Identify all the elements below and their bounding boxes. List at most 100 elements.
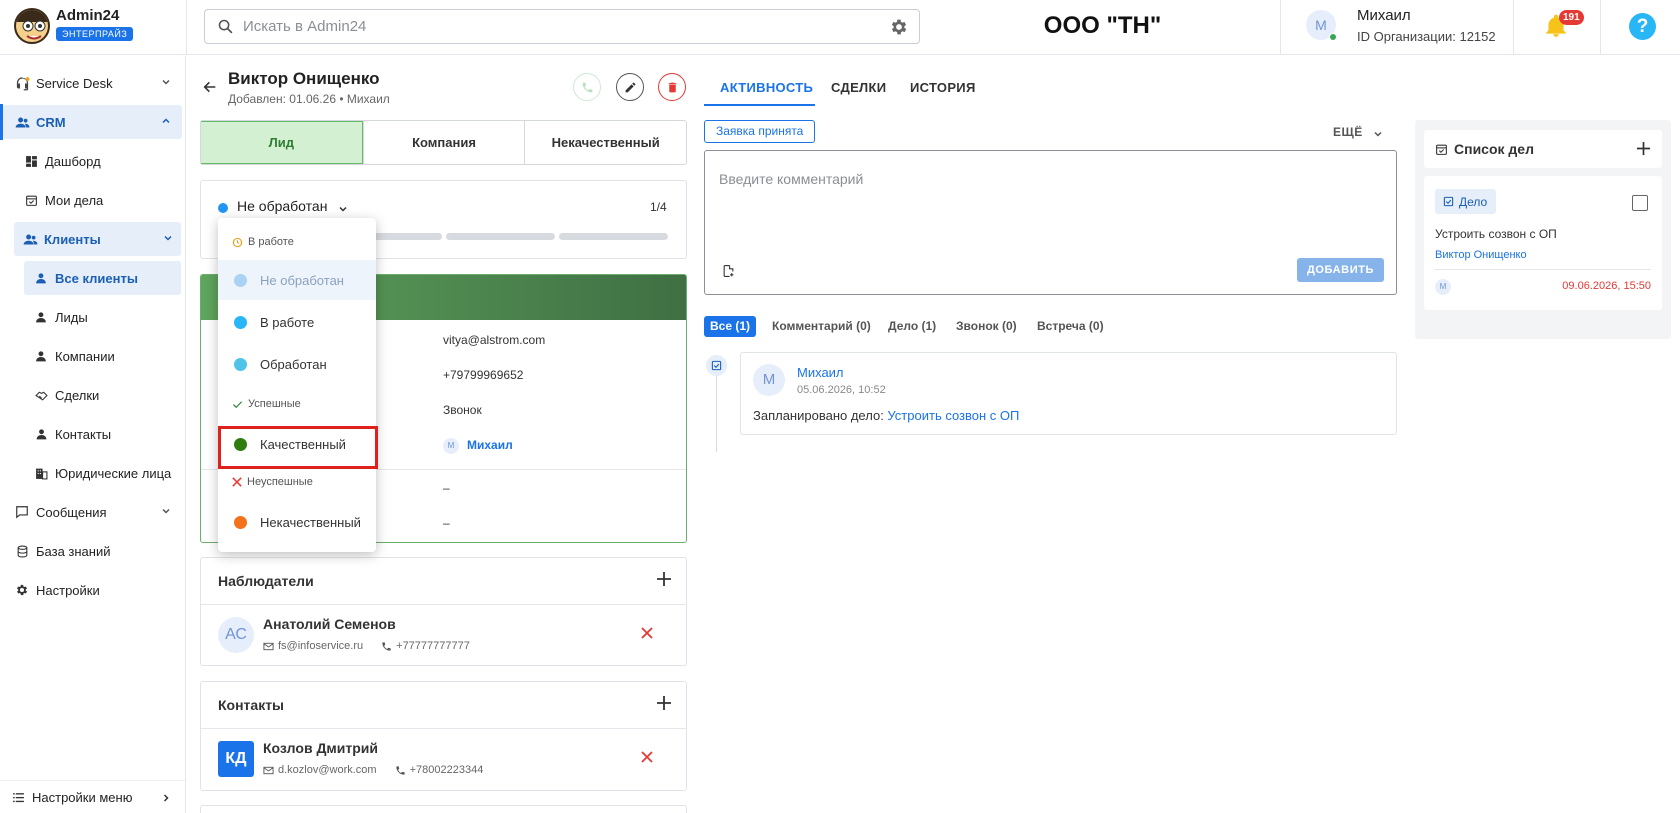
owner-name[interactable]: Михаил	[467, 438, 513, 452]
status-option-processed[interactable]: Обработан	[218, 344, 376, 384]
status-select[interactable]: Не обработан	[237, 198, 327, 214]
sidebar-item-legal-entities[interactable]: Юридические лица	[0, 456, 185, 490]
observer-contacts: fs@infoservice.ru +77777777777	[263, 640, 470, 652]
list-icon	[12, 791, 25, 804]
contact-phone[interactable]: +78002223344	[410, 764, 484, 776]
contacts-title: Контакты	[218, 697, 285, 713]
task-type-label: Дело	[1459, 194, 1488, 209]
remove-observer-icon[interactable]	[641, 627, 653, 639]
tab-activity[interactable]: АКТИВНОСТЬ	[720, 80, 813, 95]
menu-settings-button[interactable]: Настройки меню	[0, 780, 185, 813]
next-card	[200, 805, 687, 813]
sidebar-item-leads[interactable]: Лиды	[0, 300, 185, 334]
status-option-label: Обработан	[260, 356, 327, 372]
email-value[interactable]: vitya@alstrom.com	[443, 333, 545, 347]
filter-tasks[interactable]: Дело (1)	[888, 316, 936, 337]
sidebar-item-clients[interactable]: Клиенты	[14, 222, 181, 256]
tab-deals[interactable]: СДЕЛКИ	[831, 80, 886, 95]
more-button[interactable]: ЕЩЁ	[1333, 125, 1363, 139]
divider	[201, 604, 686, 605]
sidebar-item-label: База знаний	[36, 543, 111, 559]
remove-contact-icon[interactable]	[641, 751, 653, 763]
progress-segment	[559, 233, 668, 240]
tab-history[interactable]: ИСТОРИЯ	[910, 80, 976, 95]
sidebar-item-label: Service Desk	[36, 75, 113, 91]
group-header-in-work: В работе	[232, 236, 294, 248]
delete-button[interactable]	[658, 73, 686, 101]
observer-name: Анатолий Семенов	[263, 616, 396, 632]
phone-value[interactable]: +79799969652	[443, 368, 523, 382]
chevron-down-icon	[161, 506, 171, 516]
filter-all[interactable]: Все (1)	[704, 316, 756, 337]
type-company-button[interactable]: Компания	[362, 121, 525, 164]
sidebar-item-label: CRM	[36, 114, 66, 130]
sidebar-item-my-tasks[interactable]: Мои дела	[0, 183, 185, 217]
task-complete-checkbox[interactable]	[1632, 195, 1648, 211]
filter-comments[interactable]: Комментарий (0)	[772, 316, 871, 337]
gear-icon[interactable]	[889, 17, 909, 37]
app-logo[interactable]	[14, 8, 50, 44]
comment-box[interactable]: Введите комментарий ДОБАВИТЬ	[704, 150, 1397, 295]
chevron-down-icon	[163, 233, 173, 243]
sidebar-item-deals[interactable]: Сделки	[0, 378, 185, 412]
filter-calls[interactable]: Звонок (0)	[956, 316, 1017, 337]
todo-title: Список дел	[1454, 141, 1534, 157]
add-contact-button[interactable]	[656, 695, 672, 711]
type-poor-quality-button[interactable]: Некачественный	[524, 121, 686, 164]
observer-phone[interactable]: +77777777777	[396, 640, 470, 652]
add-task-button[interactable]	[1636, 141, 1651, 156]
sidebar-item-knowledge-base[interactable]: База знаний	[0, 534, 185, 568]
sidebar-item-contacts[interactable]: Контакты	[0, 417, 185, 451]
sidebar-item-label: Настройки	[36, 582, 100, 598]
chevron-down-icon	[161, 77, 171, 87]
status-dot	[234, 515, 247, 529]
sidebar-item-label: Все клиенты	[55, 270, 138, 286]
search-bar[interactable]: Искать в Admin24	[204, 9, 920, 44]
chevron-down-icon[interactable]	[1373, 129, 1383, 139]
call-button[interactable]	[573, 73, 601, 101]
user-name[interactable]: Михаил	[1357, 7, 1411, 24]
sidebar-item-label: Мои дела	[45, 192, 104, 208]
sidebar-item-label: Юридические лица	[55, 465, 172, 481]
observer-email[interactable]: fs@infoservice.ru	[278, 640, 363, 652]
attach-file-icon[interactable]	[722, 264, 735, 278]
contact-email[interactable]: d.kozlov@work.com	[278, 764, 377, 776]
pencil-icon	[624, 81, 637, 94]
help-icon[interactable]: ?	[1629, 13, 1656, 40]
entry-task-link[interactable]: Устроить созвон с ОП	[887, 408, 1019, 423]
status-option-not-processed[interactable]: Не обработан	[218, 260, 376, 300]
online-indicator	[1329, 33, 1337, 41]
status-option-poor-quality[interactable]: Некачественный	[218, 502, 376, 542]
back-arrow-icon[interactable]	[202, 79, 218, 95]
contact-person-name[interactable]: Козлов Дмитрий	[263, 740, 378, 756]
request-status-badge[interactable]: Заявка принята	[704, 120, 816, 143]
add-comment-button[interactable]: ДОБАВИТЬ	[1297, 258, 1384, 282]
comment-input[interactable]: Введите комментарий	[719, 171, 863, 187]
group-label: В работе	[248, 236, 294, 248]
entry-author[interactable]: Михаил	[797, 365, 844, 380]
sidebar-item-crm[interactable]: CRM	[3, 105, 182, 139]
sidebar-item-dashboard[interactable]: Дашборд	[0, 144, 185, 178]
users-icon	[14, 114, 30, 130]
divider	[186, 0, 187, 55]
filter-meetings[interactable]: Встреча (0)	[1037, 316, 1104, 337]
person-icon	[33, 426, 49, 442]
sidebar-item-companies[interactable]: Компании	[0, 339, 185, 373]
todo-panel: Список дел Дело Устроить созвон с ОП Вик…	[1415, 120, 1671, 339]
chevron-up-icon	[161, 116, 171, 126]
edit-button[interactable]	[616, 73, 644, 101]
search-input[interactable]: Искать в Admin24	[243, 18, 366, 35]
organization-id: ID Организации: 12152	[1357, 29, 1496, 44]
add-observer-button[interactable]	[656, 571, 672, 587]
sidebar-item-settings[interactable]: Настройки	[0, 573, 185, 607]
sidebar-item-all-clients[interactable]: Все клиенты	[24, 261, 181, 295]
task-client-link[interactable]: Виктор Онищенко	[1435, 249, 1527, 261]
sidebar-item-service-desk[interactable]: Service Desk	[0, 66, 185, 100]
sidebar-item-messages[interactable]: Сообщения	[0, 495, 185, 529]
todo-item[interactable]: Дело Устроить созвон с ОП Виктор Онищенк…	[1424, 176, 1662, 310]
task-title[interactable]: Устроить созвон с ОП	[1435, 227, 1557, 241]
status-dot	[234, 315, 247, 329]
chevron-down-icon[interactable]	[338, 204, 348, 214]
type-lead-button[interactable]: Лид	[201, 121, 363, 164]
status-option-in-work[interactable]: В работе	[218, 302, 376, 342]
